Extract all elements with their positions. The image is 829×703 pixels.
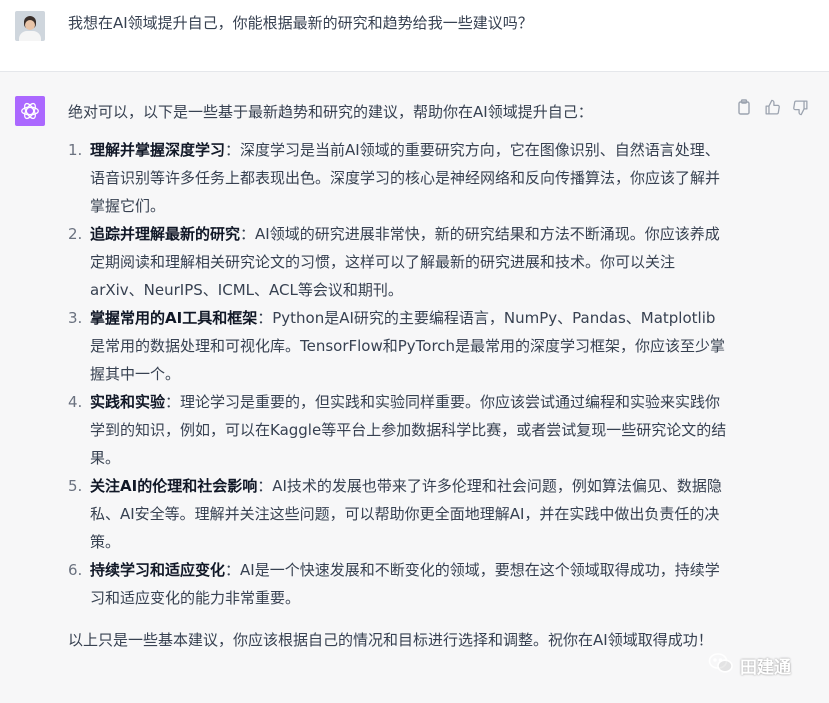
list-item: 6. 持续学习和适应变化：AI是一个快速发展和不断变化的领域，要想在这个领域取得成…	[68, 561, 720, 607]
list-item: 2. 追踪并理解最新的研究：AI领域的研究进展非常快，新的研究结果和方法不断涌现。…	[68, 225, 720, 299]
thumbs-up-icon[interactable]	[763, 98, 781, 116]
chatgpt-logo-icon	[15, 96, 45, 126]
assistant-message-row: 绝对可以，以下是一些基于最新趋势和研究的建议，帮助你在AI领域提升自己： 1. 理…	[0, 72, 829, 703]
wechat-icon	[708, 652, 734, 679]
assistant-answer: 绝对可以，以下是一些基于最新趋势和研究的建议，帮助你在AI领域提升自己： 1. 理…	[68, 98, 728, 654]
list-item: 5. 关注AI的伦理和社会影响：AI技术的发展也带来了许多伦理和社会问题，例如算法…	[68, 477, 722, 551]
thumbs-down-icon[interactable]	[791, 98, 809, 116]
user-avatar	[15, 11, 45, 41]
answer-intro: 绝对可以，以下是一些基于最新趋势和研究的建议，帮助你在AI领域提升自己：	[68, 103, 593, 121]
tip-title: 掌握常用的AI工具和框架	[90, 309, 258, 327]
tip-title: 关注AI的伦理和社会影响	[90, 477, 258, 495]
answer-outro: 以上只是一些基本建议，你应该根据自己的情况和目标进行选择和调整。祝你在AI领域取…	[68, 631, 713, 649]
tips-list: 1. 理解并掌握深度学习：深度学习是当前AI领域的重要研究方向，它在图像识别、自然…	[68, 136, 728, 612]
user-message-text: 我想在AI领域提升自己，你能根据最新的研究和趋势给我一些建议吗？	[68, 14, 533, 32]
tip-title: 理解并掌握深度学习	[90, 141, 226, 159]
watermark: 田建通	[708, 652, 791, 679]
list-item: 4. 实践和实验：理论学习是重要的，但实践和实验同样重要。你应该尝试通过编程和实验…	[68, 393, 727, 467]
watermark-text: 田建通	[740, 658, 791, 678]
tip-title: 追踪并理解最新的研究	[90, 225, 241, 243]
message-actions	[735, 98, 809, 116]
user-message-row: 我想在AI领域提升自己，你能根据最新的研究和趋势给我一些建议吗？	[0, 0, 829, 72]
tip-title: 实践和实验	[90, 393, 166, 411]
list-item: 1. 理解并掌握深度学习：深度学习是当前AI领域的重要研究方向，它在图像识别、自然…	[68, 141, 721, 215]
copy-icon[interactable]	[735, 98, 753, 116]
tip-title: 持续学习和适应变化	[90, 561, 226, 579]
list-item: 3. 掌握常用的AI工具和框架：Python是AI研究的主要编程语言，NumPy、…	[68, 309, 726, 383]
tip-body: 理论学习是重要的，但实践和实验同样重要。你应该尝试通过编程和实验来实践你学到的知…	[90, 393, 727, 467]
